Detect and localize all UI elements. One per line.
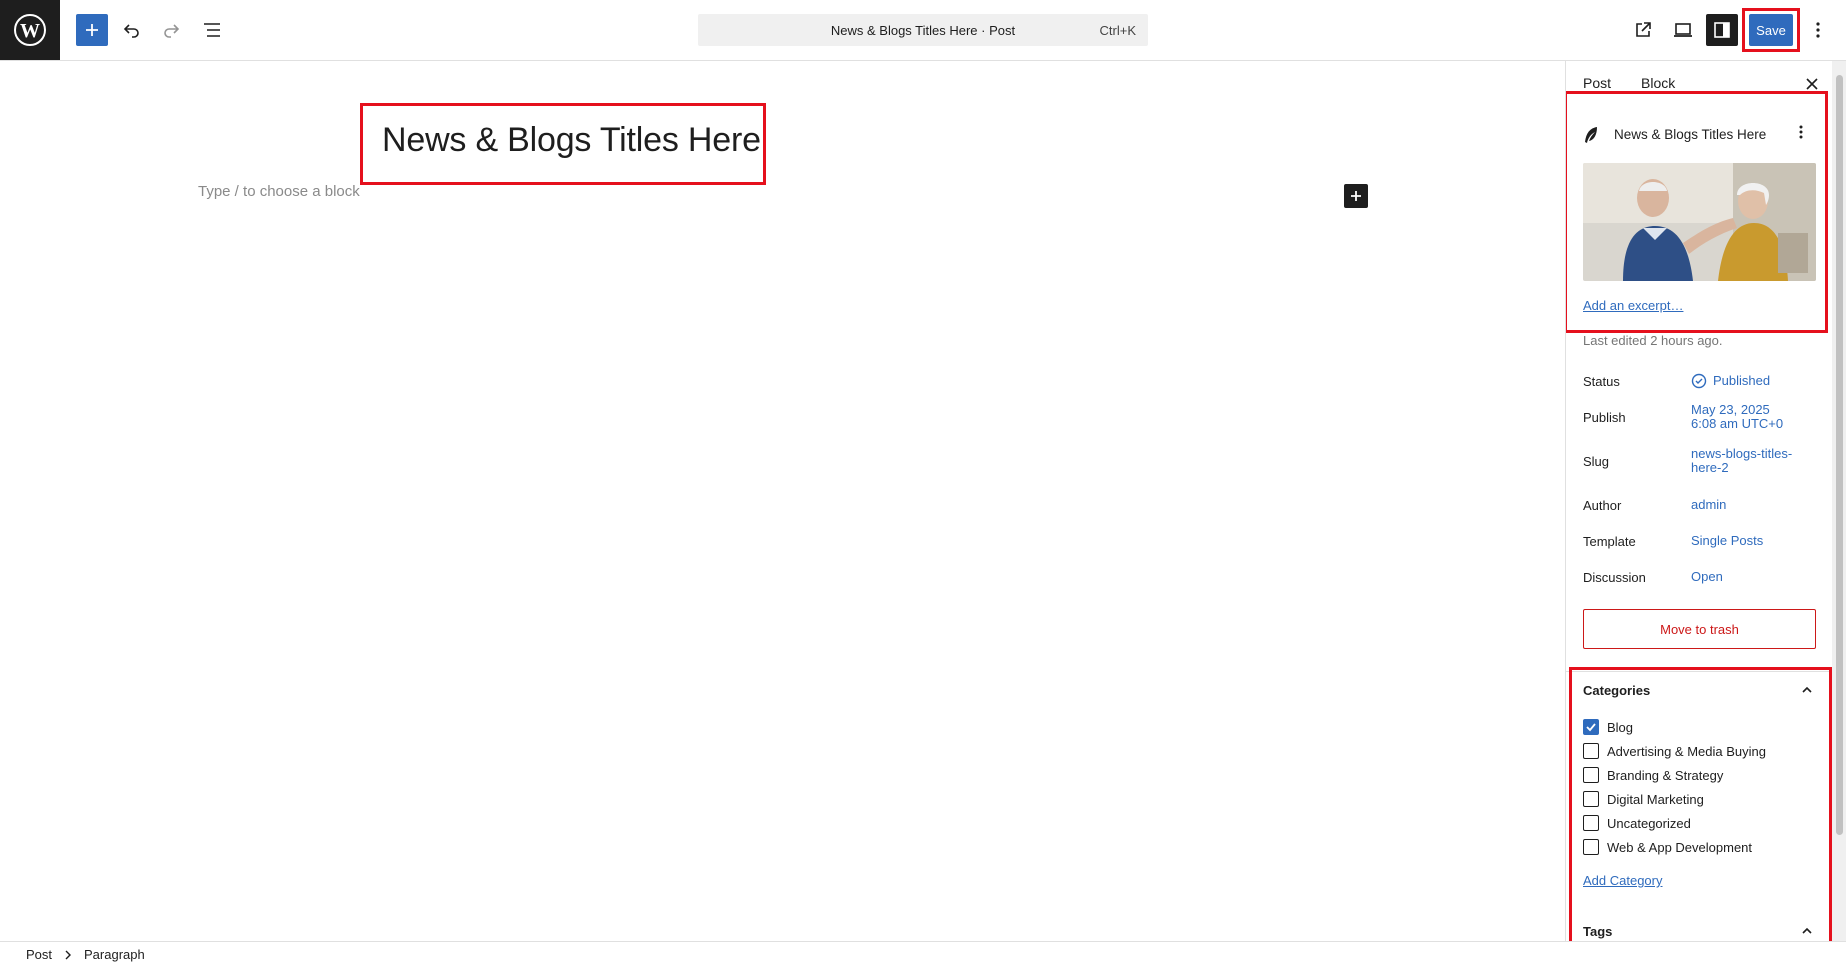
redo-button[interactable] bbox=[155, 14, 187, 46]
checkbox[interactable] bbox=[1583, 791, 1599, 807]
category-item-blog[interactable]: Blog bbox=[1583, 718, 1633, 736]
external-link-icon bbox=[1636, 22, 1651, 37]
tab-post[interactable]: Post bbox=[1583, 75, 1611, 91]
wordpress-logo-icon[interactable]: W bbox=[0, 0, 60, 60]
scrollbar-thumb[interactable] bbox=[1836, 75, 1843, 835]
inline-inserter-button[interactable] bbox=[1344, 184, 1368, 208]
settings-sidebar-toggle[interactable] bbox=[1706, 14, 1738, 46]
template-label: Template bbox=[1583, 534, 1636, 549]
editor-canvas[interactable]: News & Blogs Titles Here Type / to choos… bbox=[0, 61, 1565, 941]
svg-text:W: W bbox=[20, 20, 40, 42]
check-icon bbox=[1586, 723, 1596, 732]
plus-icon bbox=[86, 24, 98, 36]
undo-button[interactable] bbox=[116, 14, 148, 46]
command-palette-button[interactable]: News & Blogs Titles Here · Post Ctrl+K bbox=[698, 14, 1148, 46]
category-item-advertising[interactable]: Advertising & Media Buying bbox=[1583, 742, 1766, 760]
category-label: Digital Marketing bbox=[1607, 791, 1704, 807]
slug-line-2: here-2 bbox=[1691, 460, 1729, 475]
category-label: Branding & Strategy bbox=[1607, 767, 1724, 783]
options-menu-button[interactable] bbox=[1806, 14, 1830, 46]
document-title: News & Blogs Titles Here · Post bbox=[830, 22, 1016, 38]
save-button[interactable]: Save bbox=[1749, 14, 1793, 46]
undo-icon bbox=[123, 24, 139, 38]
editor-header: W News & Blogs Titles Here · Post Ctrl+K bbox=[0, 0, 1846, 61]
breadcrumb-post[interactable]: Post bbox=[26, 947, 52, 962]
last-edited-text: Last edited 2 hours ago. bbox=[1583, 333, 1723, 348]
category-item-web-app[interactable]: Web & App Development bbox=[1583, 838, 1752, 856]
check-circle-icon bbox=[1691, 373, 1707, 389]
move-to-trash-button[interactable]: Move to trash bbox=[1583, 609, 1816, 649]
device-preview-icon bbox=[1674, 23, 1692, 37]
checkbox[interactable] bbox=[1583, 743, 1599, 759]
view-post-button[interactable] bbox=[1627, 14, 1659, 46]
chevron-up-icon[interactable] bbox=[1800, 924, 1814, 938]
category-item-branding[interactable]: Branding & Strategy bbox=[1583, 766, 1723, 784]
category-label: Web & App Development bbox=[1607, 839, 1753, 855]
chevron-up-icon[interactable] bbox=[1800, 683, 1814, 697]
redo-icon bbox=[164, 24, 180, 38]
block-inserter-button[interactable] bbox=[76, 14, 108, 46]
category-label: Advertising & Media Buying bbox=[1607, 743, 1766, 759]
featured-image[interactable] bbox=[1583, 163, 1816, 281]
status-label: Status bbox=[1583, 374, 1620, 389]
block-breadcrumb: Post Paragraph bbox=[0, 941, 1846, 966]
add-excerpt-link[interactable]: Add an excerpt… bbox=[1583, 298, 1683, 313]
sidebar-tabs: Post Block bbox=[1566, 61, 1832, 107]
add-category-link[interactable]: Add Category bbox=[1583, 873, 1663, 888]
checkbox[interactable] bbox=[1583, 767, 1599, 783]
post-actions-button[interactable] bbox=[1799, 125, 1803, 142]
chevron-right-icon bbox=[65, 950, 71, 960]
divider bbox=[1566, 671, 1832, 672]
block-placeholder[interactable]: Type / to choose a block bbox=[198, 183, 360, 200]
discussion-label: Discussion bbox=[1583, 570, 1646, 585]
category-item-digital-marketing[interactable]: Digital Marketing bbox=[1583, 790, 1704, 808]
slug-label: Slug bbox=[1583, 454, 1610, 469]
sidebar-toggle-icon bbox=[1714, 22, 1730, 38]
keyboard-shortcut: Ctrl+K bbox=[1099, 23, 1136, 38]
slug-button[interactable]: news-blogs-titles- here-2 bbox=[1691, 447, 1811, 475]
more-options-icon bbox=[1799, 125, 1803, 139]
checkbox[interactable] bbox=[1583, 719, 1599, 735]
author-label: Author bbox=[1583, 498, 1622, 513]
author-value[interactable]: admin bbox=[1691, 498, 1811, 512]
category-item-uncategorized[interactable]: Uncategorized bbox=[1583, 814, 1691, 832]
category-label: Blog bbox=[1607, 719, 1634, 735]
status-value[interactable]: Published bbox=[1713, 374, 1833, 388]
checkbox[interactable] bbox=[1583, 839, 1599, 855]
tab-block[interactable]: Block bbox=[1641, 75, 1675, 91]
close-sidebar-button[interactable] bbox=[1801, 73, 1823, 95]
template-value[interactable]: Single Posts bbox=[1691, 534, 1811, 548]
publish-label: Publish bbox=[1583, 410, 1626, 425]
tags-heading[interactable]: Tags bbox=[1583, 924, 1612, 939]
list-view-icon bbox=[204, 23, 220, 37]
slug-line-1: news-blogs-titles- bbox=[1691, 446, 1793, 461]
list-view-button[interactable] bbox=[196, 14, 228, 46]
categories-heading[interactable]: Categories bbox=[1583, 683, 1650, 698]
sidebar-scrollbar[interactable] bbox=[1832, 61, 1846, 941]
discussion-value[interactable]: Open bbox=[1691, 570, 1811, 584]
preview-button[interactable] bbox=[1667, 14, 1699, 46]
post-summary-title: News & Blogs Titles Here bbox=[1614, 127, 1767, 142]
plus-icon bbox=[1351, 191, 1361, 201]
checkbox[interactable] bbox=[1583, 815, 1599, 831]
more-options-icon bbox=[1816, 22, 1820, 38]
breadcrumb-paragraph[interactable]: Paragraph bbox=[84, 947, 145, 962]
publish-date-button[interactable]: May 23, 2025 6:08 am UTC+0 bbox=[1691, 403, 1811, 431]
publish-time: 6:08 am UTC+0 bbox=[1691, 416, 1784, 431]
post-title[interactable]: News & Blogs Titles Here bbox=[382, 121, 761, 160]
feather-icon bbox=[1585, 127, 1597, 143]
settings-sidebar: Post Block News & Blogs Titles Here Add … bbox=[1565, 61, 1846, 941]
category-label: Uncategorized bbox=[1607, 815, 1691, 831]
publish-date: May 23, 2025 bbox=[1691, 402, 1770, 417]
close-icon bbox=[1806, 78, 1818, 90]
